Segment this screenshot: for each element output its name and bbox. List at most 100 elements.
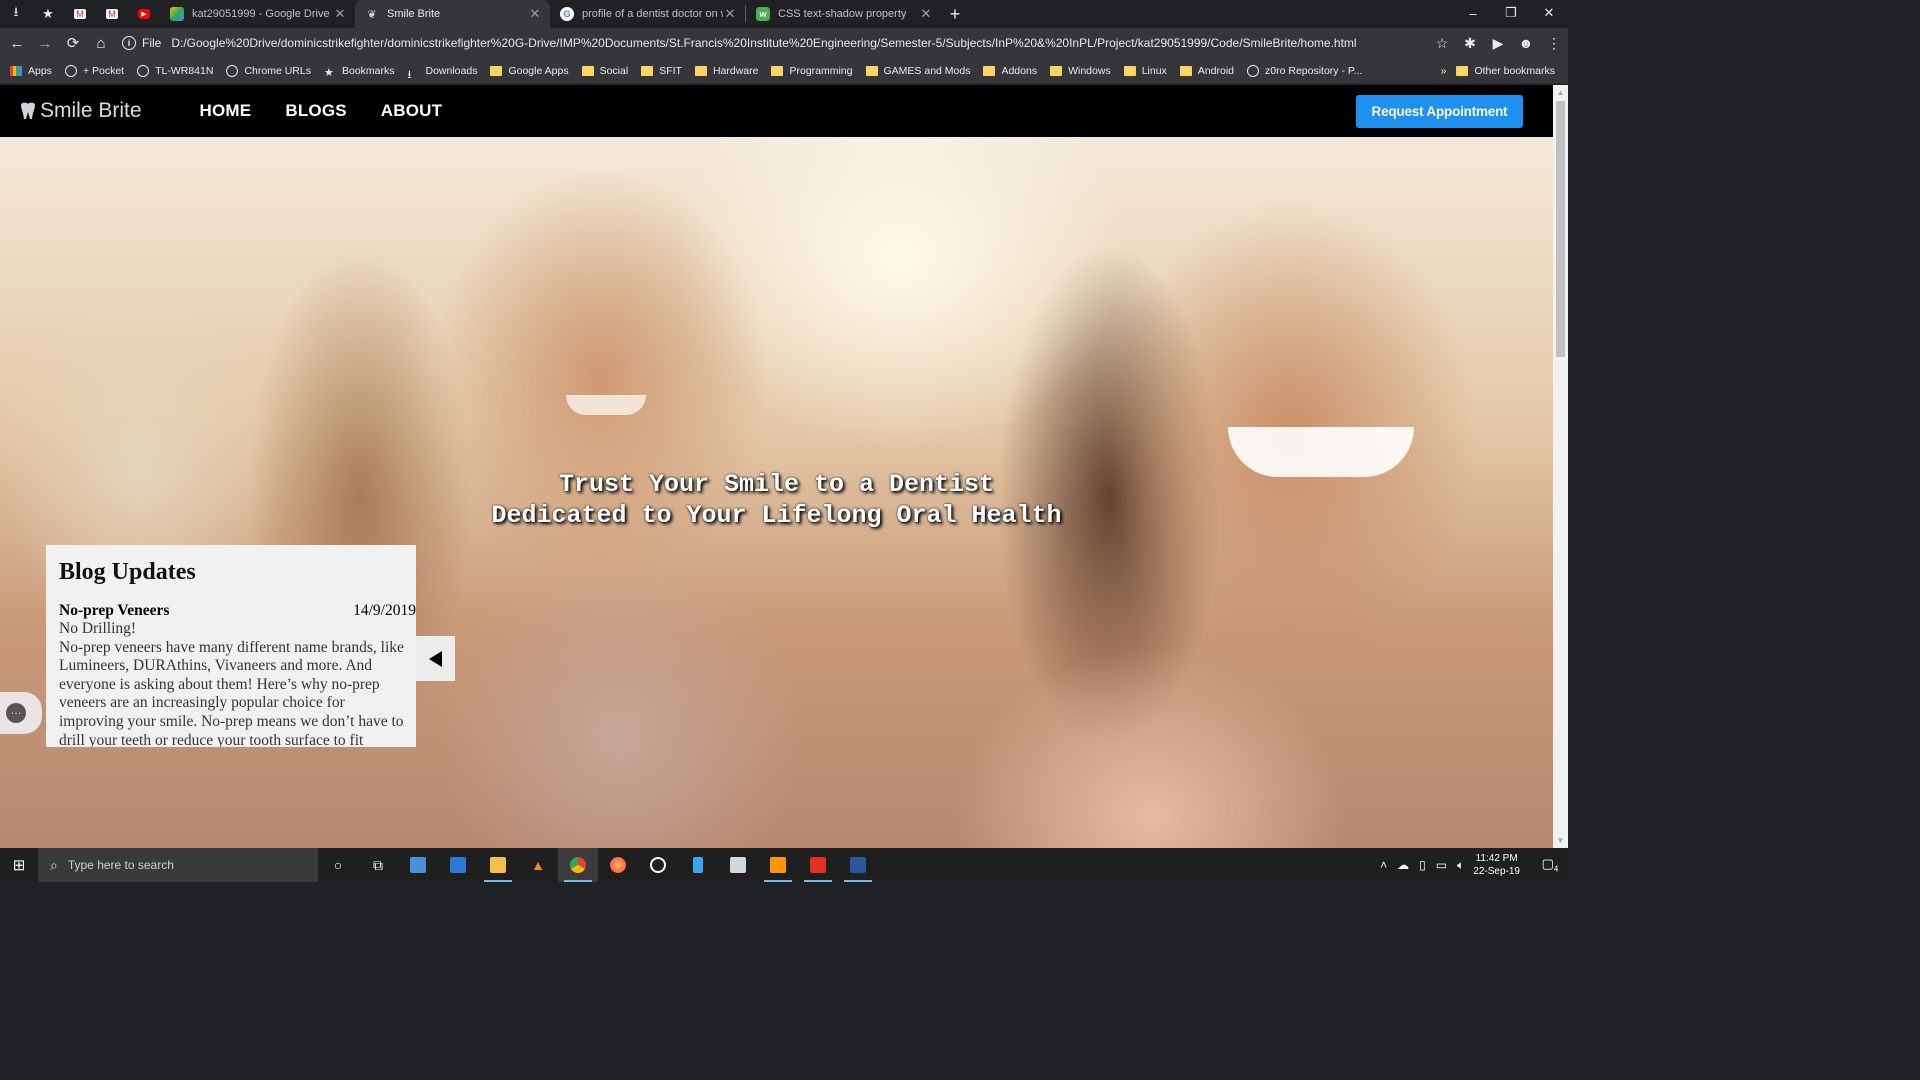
nav-home[interactable]: HOME bbox=[200, 101, 252, 121]
taskbar-app-control-panel[interactable] bbox=[398, 848, 438, 882]
volume-icon[interactable]: 🔈︎ bbox=[1457, 858, 1464, 873]
pinned-tab-gmail-2[interactable]: M bbox=[96, 0, 128, 28]
nav-about[interactable]: ABOUT bbox=[381, 101, 442, 121]
bookmark-other[interactable]: Other bookmarks bbox=[1456, 65, 1555, 77]
blog-panel-collapse-button[interactable] bbox=[416, 636, 455, 681]
taskbar-search-box[interactable]: ⌕ Type here to search bbox=[38, 848, 318, 882]
bookmark-router[interactable]: TL-WR841N bbox=[137, 64, 213, 77]
new-tab-button[interactable]: + bbox=[941, 0, 969, 28]
notification-icon: ▢ bbox=[1541, 856, 1554, 872]
bookmark-label: Addons bbox=[1001, 64, 1038, 77]
tab-smile-brite[interactable]: ❦ Smile Brite ✕ bbox=[355, 0, 550, 28]
tab-css-text-shadow[interactable]: w CSS text-shadow property ✕ bbox=[746, 0, 941, 28]
scrollbar-thumb[interactable] bbox=[1556, 101, 1565, 357]
action-center-button[interactable]: ▢4 bbox=[1532, 856, 1568, 874]
taskbar-app-drive[interactable] bbox=[718, 848, 758, 882]
reload-button[interactable]: ⟳ bbox=[60, 30, 86, 56]
home-button[interactable]: ⌂ bbox=[88, 30, 114, 56]
forward-button[interactable]: → bbox=[32, 30, 58, 56]
bookmark-pocket[interactable]: + Pocket bbox=[64, 64, 124, 77]
taskbar-app-file-explorer[interactable] bbox=[478, 848, 518, 882]
nav-blogs[interactable]: BLOGS bbox=[285, 101, 346, 121]
close-tab-icon[interactable]: ✕ bbox=[723, 6, 737, 22]
bookmark-folder-social[interactable]: Social bbox=[581, 65, 628, 77]
taskbar-app-sublime[interactable] bbox=[758, 848, 798, 882]
site-navbar: Smile Brite HOME BLOGS ABOUT Request App… bbox=[0, 85, 1553, 137]
pinned-tab-star[interactable]: ★ bbox=[32, 0, 64, 28]
taskbar-app-firefox[interactable] bbox=[598, 848, 638, 882]
steam-icon bbox=[650, 857, 666, 873]
scroll-down-icon[interactable]: ▼ bbox=[1553, 833, 1568, 848]
bookmark-folder-windows[interactable]: Windows bbox=[1050, 65, 1111, 77]
taskbar-app-screen-recorder[interactable] bbox=[798, 848, 838, 882]
arrow-right-icon: → bbox=[37, 34, 53, 52]
tab-dentist-profile[interactable]: G profile of a dentist doctor on wel ✕ bbox=[550, 0, 745, 28]
folder-icon bbox=[581, 65, 594, 76]
pinned-tab-youtube[interactable]: ▶ bbox=[128, 0, 160, 28]
chevron-up-icon[interactable]: ˄ bbox=[1380, 858, 1387, 872]
bookmark-label: Apps bbox=[28, 64, 52, 77]
request-appointment-button[interactable]: Request Appointment bbox=[1356, 95, 1523, 128]
taskbar-app-chrome[interactable] bbox=[558, 848, 598, 882]
taskbar-app-store[interactable] bbox=[438, 848, 478, 882]
bookmark-z0ro[interactable]: z0ro Repository - P... bbox=[1247, 64, 1363, 77]
taskbar-app-notepad[interactable] bbox=[678, 848, 718, 882]
battery-icon[interactable]: ▯ bbox=[1419, 858, 1426, 872]
bookmark-folder-android[interactable]: Android bbox=[1179, 65, 1234, 77]
network-icon[interactable]: ▭ bbox=[1436, 858, 1447, 872]
taskbar-app-vlc[interactable]: ▲ bbox=[518, 848, 558, 882]
extensions-icon[interactable]: ✱ bbox=[1456, 35, 1484, 52]
chat-widget-button[interactable]: … bbox=[0, 692, 42, 734]
profile-avatar-icon[interactable]: ☻ bbox=[1512, 35, 1540, 51]
onedrive-cloud-icon[interactable]: ☁ bbox=[1397, 858, 1409, 872]
menu-kebab-icon[interactable]: ⋮ bbox=[1540, 35, 1568, 52]
address-bar[interactable]: i File D:/Google%20Drive/dominicstrikefi… bbox=[122, 30, 1422, 56]
bookmark-label: z0ro Repository - P... bbox=[1265, 64, 1363, 77]
close-window-button[interactable]: ✕ bbox=[1530, 0, 1568, 26]
close-tab-icon[interactable]: ✕ bbox=[528, 6, 542, 22]
bookmark-folder-addons[interactable]: Addons bbox=[983, 65, 1037, 77]
close-tab-icon[interactable]: ✕ bbox=[919, 6, 933, 22]
media-play-icon[interactable]: ▶ bbox=[1484, 35, 1512, 52]
taskbar-clock[interactable]: 11:42 PM 22-Sep-19 bbox=[1473, 852, 1520, 878]
back-button[interactable]: ← bbox=[4, 30, 30, 56]
taskbar-app-word[interactable] bbox=[838, 848, 878, 882]
bookmark-folder-linux[interactable]: Linux bbox=[1123, 64, 1167, 77]
bookmark-folder-hardware[interactable]: Hardware bbox=[694, 65, 758, 77]
bookmark-bookmarks[interactable]: ★ Bookmarks bbox=[324, 64, 395, 79]
bookmark-downloads[interactable]: ⭳ Downloads bbox=[408, 65, 478, 81]
site-logo-text: Smile Brite bbox=[40, 99, 142, 122]
start-button[interactable]: ⊞ bbox=[0, 856, 38, 874]
globe-icon bbox=[137, 64, 150, 77]
bookmarks-bar: Apps + Pocket TL-WR841N Chrome URLs ★ Boo… bbox=[0, 58, 1568, 84]
tab-google-drive[interactable]: kat29051999 - Google Drive ✕ bbox=[160, 0, 355, 28]
bookmark-apps[interactable]: Apps bbox=[10, 65, 52, 77]
bookmark-chrome-urls[interactable]: Chrome URLs bbox=[226, 64, 311, 77]
close-tab-icon[interactable]: ✕ bbox=[333, 6, 347, 22]
drive-icon bbox=[730, 857, 746, 873]
bookmarks-overflow-button[interactable]: » bbox=[1441, 65, 1447, 77]
blog-post-title[interactable]: No-prep Veneers bbox=[59, 602, 169, 620]
cortana-button[interactable]: ○ bbox=[318, 848, 358, 882]
bookmark-star-icon[interactable]: ☆ bbox=[1428, 35, 1456, 52]
taskbar-app-steam[interactable] bbox=[638, 848, 678, 882]
gmail-icon: M bbox=[106, 9, 118, 19]
globe-icon bbox=[226, 64, 239, 77]
task-view-button[interactable]: ⧉ bbox=[358, 848, 398, 882]
pinned-tab-gmail[interactable]: M bbox=[64, 0, 96, 28]
bookmark-folder-games[interactable]: GAMES and Mods bbox=[865, 65, 970, 77]
bookmark-label: Linux bbox=[1141, 64, 1167, 77]
page-scrollbar[interactable]: ▲ ▼ bbox=[1553, 85, 1568, 848]
minimize-button[interactable]: – bbox=[1454, 0, 1492, 26]
bookmark-label: Bookmarks bbox=[341, 64, 395, 77]
windows-logo-icon: ⊞ bbox=[12, 857, 26, 874]
pinned-tab-download[interactable]: ⭳ bbox=[0, 0, 32, 28]
restore-button[interactable]: ❐ bbox=[1492, 0, 1530, 26]
scroll-up-icon[interactable]: ▲ bbox=[1553, 85, 1568, 100]
bookmark-folder-google-apps[interactable]: Google Apps bbox=[490, 65, 569, 77]
site-logo[interactable]: Smile Brite bbox=[18, 99, 142, 123]
bookmark-folder-sfit[interactable]: SFIT bbox=[641, 65, 682, 77]
notepad-icon bbox=[693, 857, 703, 873]
info-icon[interactable]: i bbox=[122, 36, 136, 50]
bookmark-folder-programming[interactable]: Programming bbox=[771, 65, 853, 77]
